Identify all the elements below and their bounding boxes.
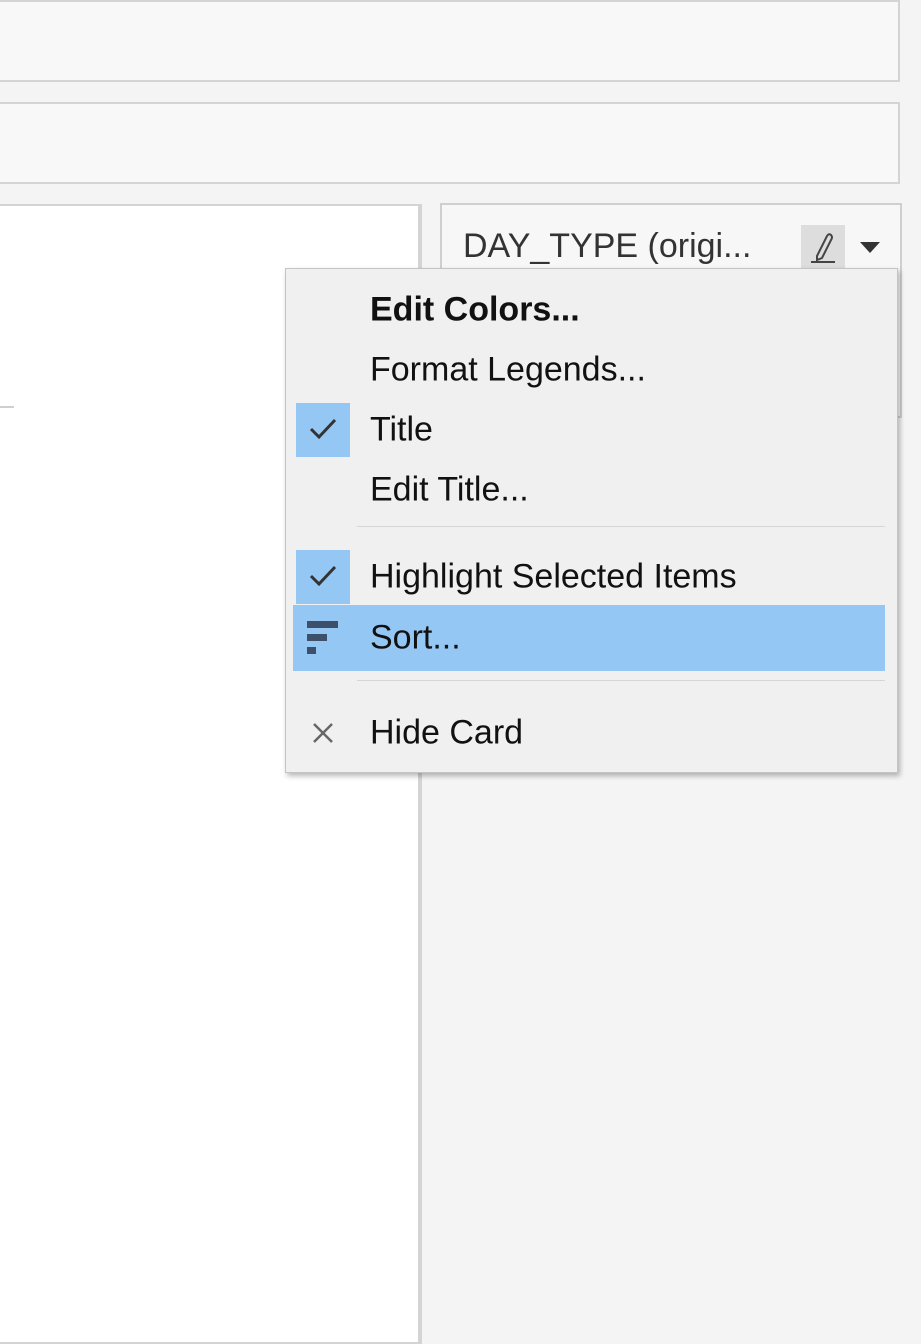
columns-shelf[interactable] [0, 0, 900, 82]
pencil-icon[interactable] [801, 225, 845, 271]
menu-item-label: Hide Card [370, 713, 524, 752]
sort-icon [307, 621, 338, 654]
legend-title: DAY_TYPE (origi... [463, 227, 752, 265]
menu-item-highlight-selected-items[interactable]: Highlight Selected Items [286, 547, 897, 607]
menu-separator [357, 526, 885, 527]
menu-item-format-legends[interactable]: Format Legends... [286, 340, 897, 400]
menu-item-edit-title[interactable]: Edit Title... [286, 460, 897, 520]
menu-item-edit-colors[interactable]: Edit Colors... [286, 280, 897, 340]
menu-separator [357, 680, 885, 681]
context-menu: Edit Colors... Format Legends... Title E… [285, 268, 898, 773]
menu-item-label: Format Legends... [370, 350, 646, 389]
menu-item-label: Sort... [370, 618, 461, 657]
menu-item-label: Edit Title... [370, 470, 529, 509]
check-icon [296, 403, 350, 457]
menu-item-label: Title [370, 410, 433, 449]
chevron-down-icon[interactable] [850, 229, 890, 269]
menu-item-label: Highlight Selected Items [370, 557, 737, 596]
menu-item-title[interactable]: Title [286, 400, 897, 460]
axis-tick [0, 406, 14, 408]
menu-item-label: Edit Colors... [370, 290, 580, 329]
check-icon [296, 550, 350, 604]
menu-item-hide-card[interactable]: Hide Card [286, 703, 897, 763]
rows-shelf[interactable] [0, 102, 900, 184]
close-icon [313, 723, 333, 743]
menu-item-sort[interactable]: Sort... [286, 605, 897, 671]
